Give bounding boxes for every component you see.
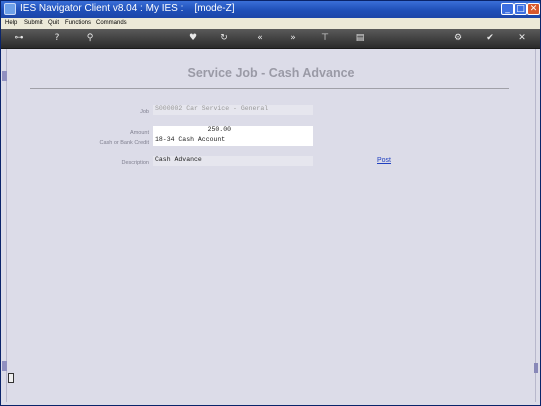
tree-icon[interactable]: ⊤ (318, 31, 332, 46)
back-icon[interactable]: « (253, 31, 267, 46)
toolbar: ⊶ ? ⚲ ♥ ↻ « » ⊤ ▤ ⚙ ✔ ✕ (1, 29, 540, 49)
close-button[interactable]: ✕ (527, 3, 540, 15)
job-label: Job (140, 109, 149, 115)
minimize-button[interactable]: _ (501, 3, 514, 15)
menu-bar: Help Submit Quit Functions Commands (1, 18, 540, 29)
maximize-button[interactable]: □ (514, 3, 527, 15)
menu-commands[interactable]: Commands (96, 20, 127, 26)
app-icon (4, 3, 16, 15)
page-title: Service Job - Cash Advance (187, 66, 355, 80)
menu-functions[interactable]: Functions (65, 20, 91, 26)
cancel-icon[interactable]: ✕ (515, 31, 529, 46)
description-label: Description (121, 160, 149, 166)
key-icon[interactable]: ⊶ (7, 31, 31, 46)
clipboard-icon[interactable] (8, 373, 14, 383)
window-title: IES Navigator Client v8.04 : My IES : [m… (20, 3, 235, 14)
side-tab-bottom[interactable] (2, 361, 7, 371)
menu-submit[interactable]: Submit (24, 20, 43, 26)
forward-icon[interactable]: » (286, 31, 300, 46)
menu-quit[interactable]: Quit (48, 20, 59, 26)
side-tab-top[interactable] (2, 71, 7, 81)
help-icon[interactable]: ? (50, 31, 64, 46)
document-icon[interactable]: ▤ (353, 31, 367, 46)
search-icon[interactable]: ⚲ (83, 31, 97, 46)
menu-help[interactable]: Help (5, 20, 17, 26)
scroll-handle[interactable] (534, 363, 538, 373)
job-field[interactable]: S000002 Car Service - General (153, 105, 313, 115)
amount-label: Amount (130, 130, 149, 136)
cash-bank-label: Cash or Bank Credit (99, 140, 149, 146)
title-divider (30, 88, 509, 89)
cash-bank-field[interactable]: 18-34 Cash Account (153, 136, 313, 146)
settings-icon[interactable]: ⚙ (451, 31, 465, 46)
description-field[interactable]: Cash Advance (153, 156, 313, 166)
favorite-heart-icon[interactable]: ♥ (186, 31, 200, 46)
ok-icon[interactable]: ✔ (483, 31, 497, 46)
refresh-icon[interactable]: ↻ (217, 31, 231, 46)
amount-field[interactable]: 250.00 (153, 126, 313, 136)
form-panel: Service Job - Cash Advance Job S000002 C… (6, 49, 536, 402)
title-bar[interactable]: IES Navigator Client v8.04 : My IES : [m… (1, 1, 540, 18)
app-window: IES Navigator Client v8.04 : My IES : [m… (0, 0, 541, 406)
post-link[interactable]: Post (377, 157, 391, 164)
